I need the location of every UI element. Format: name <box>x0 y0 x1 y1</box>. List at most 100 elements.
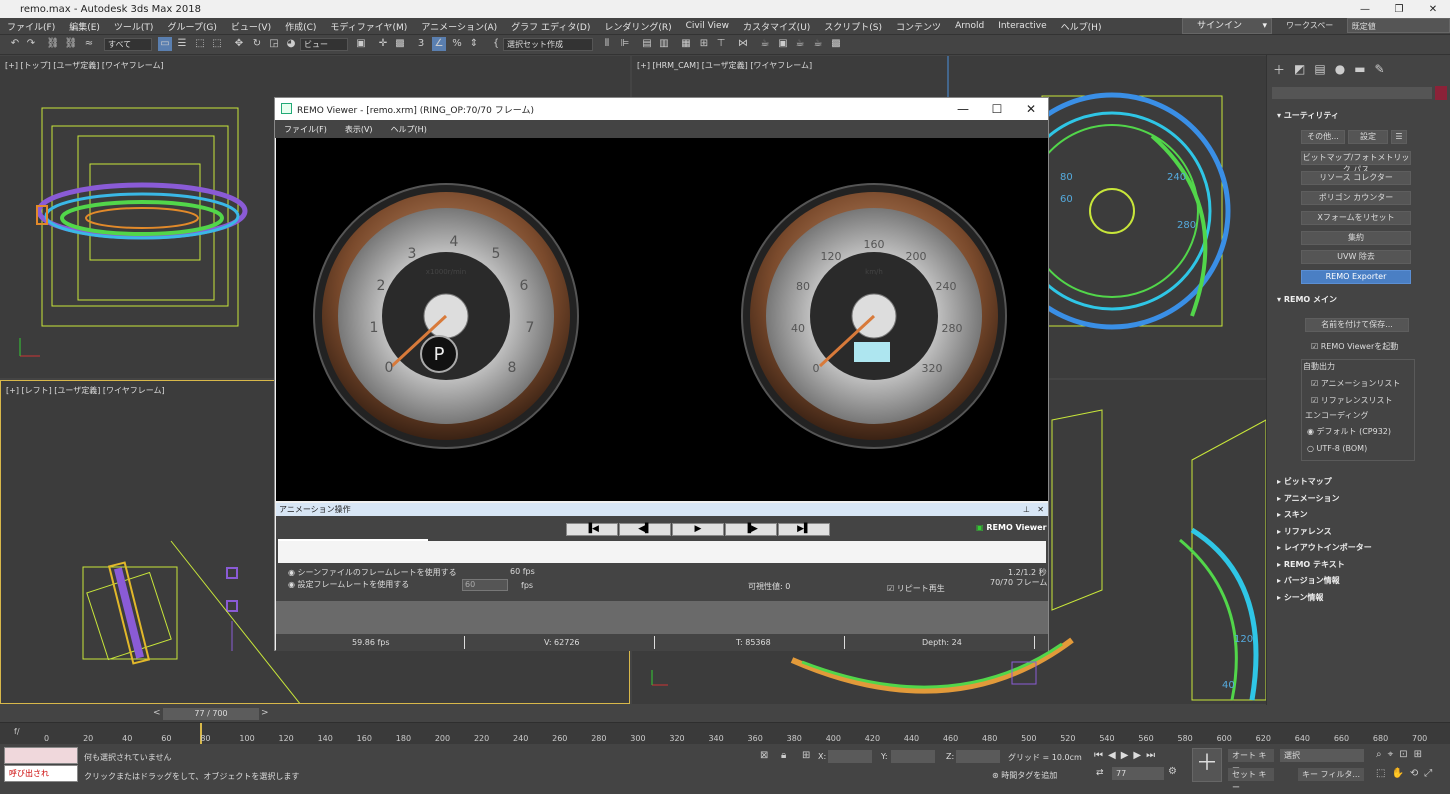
remo-exporter-button[interactable]: REMO Exporter <box>1301 270 1411 284</box>
anim-list-checkbox[interactable]: ☑ アニメーションリスト <box>1311 378 1400 389</box>
percent-snap-icon[interactable]: % <box>450 37 464 51</box>
spinner-snap-icon[interactable]: ⇕ <box>467 37 481 51</box>
rollout-utility-header[interactable]: ▾ ユーティリティ <box>1271 108 1447 123</box>
next-frame-button[interactable]: ▐▶ <box>725 523 777 536</box>
select-by-name-icon[interactable]: ☰ <box>175 37 189 51</box>
viewport-nav-icons-2[interactable]: ⬚✋⟲⤢ <box>1376 768 1438 779</box>
track-bar[interactable]: f∕ 0 20 40 60 80 100 120 140 160 180 200 220 240 260 2… <box>0 722 1450 745</box>
scene-explorer-icon[interactable]: ▤ <box>640 37 654 51</box>
remo-menu-help[interactable]: ヘルプ(H) <box>382 124 436 135</box>
snap-3d-icon[interactable]: 3 <box>414 37 428 51</box>
isolate-icon[interactable]: ⊠ <box>760 750 768 761</box>
named-selection-dropdown[interactable]: 選択セット作成 <box>503 38 593 51</box>
unlink-icon[interactable]: ⛓ <box>64 37 78 51</box>
time-slider[interactable]: 77 / 700 <box>163 708 259 720</box>
menu-animation[interactable]: アニメーション(A) <box>414 20 504 33</box>
remo-viewer-titlebar[interactable]: REMO Viewer - [remo.xrm] (RING_OP:70/70 … <box>275 98 1048 120</box>
menu-create[interactable]: 作成(C) <box>278 20 323 33</box>
polygon-counter-button[interactable]: ポリゴン カウンター <box>1301 191 1411 205</box>
select-object-icon[interactable]: ▭ <box>158 37 172 51</box>
display-tab-icon[interactable]: ▬ <box>1354 62 1365 76</box>
menu-group[interactable]: グループ(G) <box>160 20 223 33</box>
prev-frame-button[interactable]: ◀▌ <box>619 523 671 536</box>
remo-close-icon[interactable]: ✕ <box>1014 98 1048 120</box>
workspace-dropdown[interactable]: 既定値 <box>1346 18 1450 33</box>
menu-modifiers[interactable]: モディファイヤ(M) <box>323 20 414 33</box>
angle-snap-icon[interactable]: ∠ <box>432 37 446 51</box>
use-set-fps-radio[interactable]: ◉ 設定フレームレートを使用する <box>288 579 409 590</box>
settings-button[interactable]: 設定 <box>1348 130 1388 144</box>
ref-list-checkbox[interactable]: ☑ リファレンスリスト <box>1311 395 1393 406</box>
encoding-utf8-radio[interactable]: ○ UTF-8 (BOM) <box>1307 444 1367 453</box>
create-tab-icon[interactable]: ＋ <box>1273 61 1285 78</box>
hierarchy-tab-icon[interactable]: ▤ <box>1314 62 1325 76</box>
rollout-layout-importer-header[interactable]: ▸ レイアウトインポーター <box>1271 540 1447 555</box>
first-frame-button[interactable]: ▐◀ <box>566 523 618 536</box>
set-key-button[interactable]: セット キー <box>1228 768 1274 792</box>
activeshade-icon[interactable]: ☕ <box>811 37 825 51</box>
object-color-swatch[interactable] <box>1435 86 1447 100</box>
x-field[interactable] <box>828 750 872 763</box>
close-icon[interactable]: ✕ <box>1416 0 1450 18</box>
configure-sets-icon[interactable]: ☰ <box>1391 130 1407 144</box>
last-frame-button[interactable]: ▶▌ <box>778 523 830 536</box>
curve-editor-icon[interactable]: ▦ <box>679 37 693 51</box>
mirror-icon[interactable]: ⫴ <box>600 37 614 51</box>
bitmap-photometric-paths-button[interactable]: ビットマップ/フォトメトリック パス <box>1301 151 1411 174</box>
rollout-remo-main-header[interactable]: ▾ REMO メイン <box>1271 292 1447 307</box>
modify-tab-icon[interactable]: ◩ <box>1294 62 1305 76</box>
track-bar-toggle-icon[interactable]: f∕ <box>14 727 20 736</box>
utilities-tab-icon[interactable]: ✎ <box>1375 62 1385 76</box>
menu-help[interactable]: ヘルプ(H) <box>1054 20 1109 33</box>
rollout-scene-info-header[interactable]: ▸ シーン情報 <box>1271 590 1447 605</box>
menu-civil-view[interactable]: Civil View <box>679 21 736 31</box>
rollout-version-header[interactable]: ▸ バージョン情報 <box>1271 573 1447 588</box>
set-fps-input[interactable]: 60 <box>462 579 508 591</box>
rotate-icon[interactable]: ↻ <box>250 37 264 51</box>
menu-rendering[interactable]: レンダリング(R) <box>597 20 678 33</box>
add-time-tag[interactable]: ⊛ 時間タグを追加 <box>992 770 1057 781</box>
remo-maximize-icon[interactable]: ☐ <box>980 98 1014 120</box>
key-filters-button[interactable]: キー フィルタ... <box>1298 768 1364 781</box>
render-icon[interactable]: ▣ <box>776 37 790 51</box>
rollout-bitmap-header[interactable]: ▸ ビットマップ <box>1271 474 1447 489</box>
key-selection-dropdown[interactable]: 選択 <box>1280 749 1364 762</box>
more-button[interactable]: その他... <box>1301 130 1345 144</box>
time-config-icon[interactable]: ⚙ <box>1168 766 1177 777</box>
remo-render-canvas[interactable]: 0 1 2 3 4 5 6 7 8 x1000r/min P 0 40 80 1… <box>276 138 1048 501</box>
selection-filter-dropdown[interactable]: すべて <box>104 38 152 51</box>
select-manipulate-icon[interactable]: ✛ <box>376 37 390 51</box>
use-scene-fps-radio[interactable]: ◉ シーンファイルのフレームレートを使用する <box>288 567 457 578</box>
selection-lock-icon[interactable]: 🔒︎ <box>781 750 786 761</box>
absolute-mode-icon[interactable]: ⊞ <box>802 750 810 761</box>
play-button[interactable]: ▶ <box>672 523 724 536</box>
playback-controls[interactable]: ⏮◀▶▶⏭ <box>1094 750 1160 761</box>
placement-icon[interactable]: ◕ <box>284 37 298 51</box>
rollout-reference-header[interactable]: ▸ リファレンス <box>1271 524 1447 539</box>
menu-arnold[interactable]: Arnold <box>948 21 991 31</box>
reference-coord-dropdown[interactable]: ビュー <box>300 38 348 51</box>
maxscript-output[interactable]: 呼び出され <box>4 765 78 782</box>
rollout-skin-header[interactable]: ▸ スキン <box>1271 507 1447 522</box>
move-icon[interactable]: ✥ <box>232 37 246 51</box>
resource-collector-button[interactable]: リソース コレクター <box>1301 171 1411 185</box>
redo-icon[interactable]: ↷ <box>24 37 38 51</box>
menu-interactive[interactable]: Interactive <box>991 21 1053 31</box>
named-sets-icon[interactable]: { <box>489 37 503 51</box>
encoding-cp932-radio[interactable]: ◉ デフォルト (CP932) <box>1307 426 1391 437</box>
minimize-icon[interactable]: — <box>1348 0 1382 18</box>
keyboard-shortcut-icon[interactable]: ▩ <box>393 37 407 51</box>
render-setup-icon[interactable]: ⋈ <box>736 37 750 51</box>
schematic-view-icon[interactable]: ⊞ <box>697 37 711 51</box>
auto-key-button[interactable]: オート キー <box>1228 749 1274 773</box>
z-field[interactable] <box>956 750 1000 763</box>
uvw-remove-button[interactable]: UVW 除去 <box>1301 250 1411 264</box>
menu-content[interactable]: コンテンツ <box>889 20 948 33</box>
menu-customize[interactable]: カスタマイズ(U) <box>736 20 817 33</box>
align-icon[interactable]: ⊫ <box>618 37 632 51</box>
launch-viewer-checkbox[interactable]: ☑ REMO Viewerを起動 <box>1311 341 1398 352</box>
undo-icon[interactable]: ↶ <box>8 37 22 51</box>
render-iterative-icon[interactable]: ☕ <box>793 37 807 51</box>
restore-icon[interactable]: ❐ <box>1382 0 1416 18</box>
current-frame-field[interactable]: 77 <box>1112 767 1164 780</box>
